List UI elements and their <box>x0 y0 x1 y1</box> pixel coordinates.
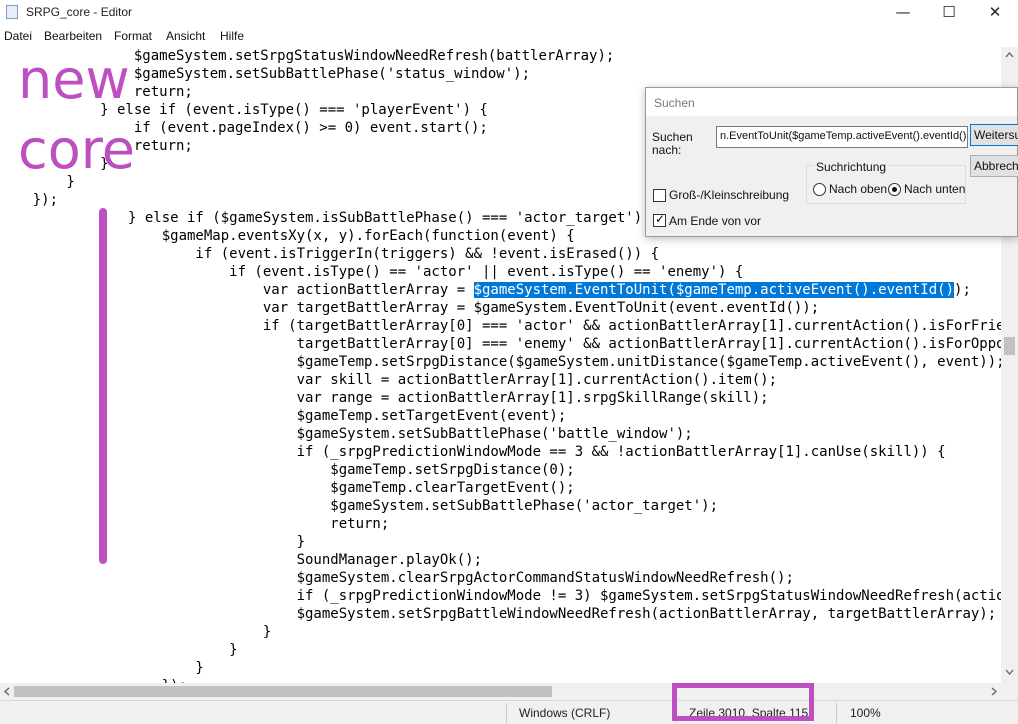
code-line: if (_srpgPredictionWindowMode != 3) $gam… <box>296 588 1001 604</box>
find-dialog: Suchen Suchen nach: n.EventToUnit($gameT… <box>645 87 1018 237</box>
code-line: } <box>128 642 238 658</box>
vertical-scroll-thumb <box>1004 337 1015 355</box>
scroll-right-arrow-icon <box>991 687 997 696</box>
title-bar: SRPG_core - Editor — ☐ ✕ <box>0 0 1018 26</box>
code-line: $gameSystem.setSrpgBattleWindowNeedRefre… <box>128 606 997 622</box>
code-line: $gameTemp.setSrpgDistance($gameSystem.un… <box>128 354 1001 370</box>
annotation-bar <box>99 208 107 564</box>
scroll-left-arrow-icon <box>4 687 10 696</box>
minimize-button[interactable]: — <box>880 0 926 26</box>
code-line-selected: var actionBattlerArray = $gameSystem.Eve… <box>128 281 971 299</box>
code-line: SoundManager.playOk(); <box>128 552 483 568</box>
window-title: SRPG_core - Editor <box>26 5 133 19</box>
code-line: $gameSystem.setSubBattlePhase('battle_wi… <box>128 426 693 442</box>
code-line: if (targetBattlerArray[0] === 'actor' &&… <box>128 318 1001 334</box>
find-next-button[interactable]: Weitersuchen <box>970 124 1018 146</box>
search-input[interactable]: n.EventToUnit($gameTemp.activeEvent().ev… <box>716 126 968 148</box>
status-separator <box>836 703 837 723</box>
radio-selected-dot <box>892 187 897 192</box>
menu-file[interactable]: Datei <box>4 29 32 43</box>
code-line: $gameSystem.setSubBattlePhase('actor_tar… <box>128 498 719 514</box>
status-separator <box>506 703 507 723</box>
check-mark-icon: ✓ <box>655 212 666 226</box>
code-text: ); <box>954 282 971 298</box>
direction-up-radio[interactable] <box>813 183 826 196</box>
notepad-icon <box>6 5 18 19</box>
selected-text[interactable]: $gameSystem.EventToUnit($gameTemp.active… <box>473 282 955 298</box>
match-case-label[interactable]: Groß-/Kleinschreibung <box>669 188 789 202</box>
direction-down-radio[interactable] <box>888 183 901 196</box>
direction-down-label[interactable]: Nach unten <box>904 182 965 196</box>
code-line: if (event.isType() == 'actor' || event.i… <box>128 264 744 280</box>
scroll-up-arrow-icon <box>1005 52 1014 58</box>
find-dialog-titlebar[interactable]: Suchen <box>646 88 1017 116</box>
code-line: $gameTemp.setSrpgDistance(0); <box>128 462 575 478</box>
status-line-ending: Windows (CRLF) <box>519 706 611 720</box>
scroll-corner <box>1001 683 1018 700</box>
direction-up-label[interactable]: Nach oben <box>829 182 887 196</box>
code-line: }); <box>0 192 59 208</box>
annotation-new: new <box>18 48 130 111</box>
code-line: if (event.isTriggerIn(triggers) && !even… <box>128 246 660 262</box>
status-bar: Windows (CRLF) Zeile 3010, Spalte 115 10… <box>0 700 1018 724</box>
horizontal-scrollbar[interactable] <box>0 683 1001 700</box>
menu-view[interactable]: Ansicht <box>166 29 205 43</box>
direction-group-label: Suchrichtung <box>814 160 889 174</box>
menu-format[interactable]: Format <box>114 29 152 43</box>
annotation-core: core <box>18 118 135 181</box>
code-line: } else if ($gameSystem.isSubBattlePhase(… <box>128 210 660 226</box>
code-line: } <box>128 624 272 640</box>
menu-edit[interactable]: Bearbeiten <box>44 29 102 43</box>
code-line: $gameMap.eventsXy(x, y).forEach(function… <box>128 228 575 244</box>
close-button[interactable]: ✕ <box>972 0 1018 26</box>
code-line: targetBattlerArray[0] === 'enemy' && act… <box>128 336 1001 352</box>
code-line: $gameTemp.setTargetEvent(event); <box>128 408 567 424</box>
scroll-down-arrow-icon <box>1005 669 1014 675</box>
wrap-around-checkbox[interactable]: ✓ <box>653 212 666 227</box>
horizontal-scroll-thumb <box>14 686 552 697</box>
code-line: var range = actionBattlerArray[1].srpgSk… <box>128 390 769 406</box>
status-zoom: 100% <box>850 706 881 720</box>
code-line: return; <box>128 516 390 532</box>
menu-help[interactable]: Hilfe <box>220 29 244 43</box>
maximize-button[interactable]: ☐ <box>926 0 972 26</box>
code-line: if (_srpgPredictionWindowMode == 3 && !a… <box>128 444 946 460</box>
code-line: $gameTemp.clearTargetEvent(); <box>128 480 575 496</box>
find-dialog-title: Suchen <box>654 96 695 110</box>
search-label: Suchen nach: <box>652 130 693 157</box>
code-line: var targetBattlerArray = $gameSystem.Eve… <box>128 300 820 316</box>
code-text: var actionBattlerArray = <box>128 282 474 298</box>
code-line: } <box>128 660 204 676</box>
cancel-button[interactable]: Abbrechen <box>970 155 1018 177</box>
code-line: var skill = actionBattlerArray[1].curren… <box>128 372 778 388</box>
annotation-highlight-box <box>672 683 814 721</box>
code-line: } <box>128 534 306 550</box>
code-line: $gameSystem.clearSrpgActorCommandStatusW… <box>128 570 794 586</box>
menu-bar: Datei Bearbeiten Format Ansicht Hilfe <box>0 27 1018 47</box>
match-case-checkbox[interactable] <box>653 189 666 202</box>
wrap-around-label[interactable]: Am Ende von vor <box>669 214 761 228</box>
